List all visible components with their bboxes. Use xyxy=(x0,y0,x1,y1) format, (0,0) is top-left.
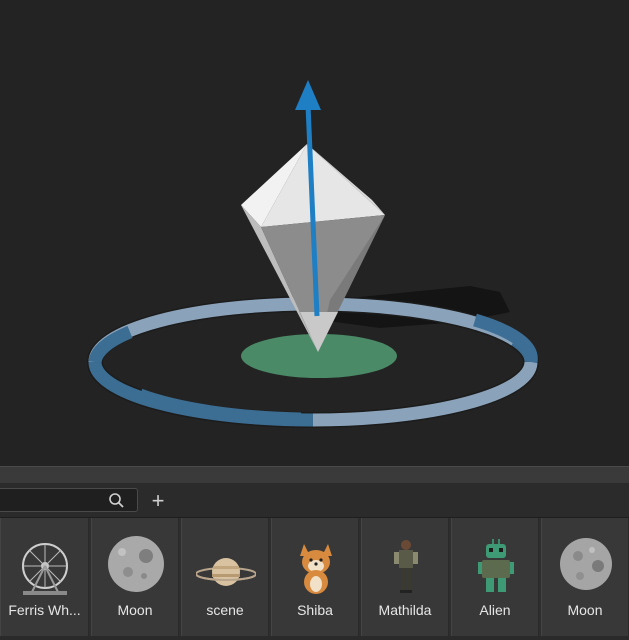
search-icon[interactable] xyxy=(108,492,126,510)
asset-label: Alien xyxy=(479,602,511,618)
asset-label: scene xyxy=(206,602,244,618)
shiba-dog-icon xyxy=(300,544,332,594)
asset-tile-shiba[interactable]: Shiba xyxy=(271,518,359,640)
saturn-planet-icon xyxy=(196,558,256,586)
viewport-canvas[interactable] xyxy=(0,0,629,466)
asset-tile-ferris-wheel[interactable]: Ferris Wh... xyxy=(0,518,89,640)
ferris-wheel-icon xyxy=(22,543,68,595)
moon-icon xyxy=(108,536,164,592)
add-asset-button[interactable]: + xyxy=(146,490,170,512)
alien-robot-icon xyxy=(478,539,514,592)
asset-label: Shiba xyxy=(297,602,333,618)
asset-tile-mathilda[interactable]: Mathilda xyxy=(361,518,449,640)
asset-tile-alien[interactable]: Alien xyxy=(451,518,539,640)
asset-label: Moon xyxy=(117,602,153,618)
asset-strip: Ferris Wh... Moon scene Shiba Mathilda A… xyxy=(0,518,629,640)
asset-tile-moon-2[interactable]: Moon xyxy=(541,518,629,640)
mathilda-figure-icon xyxy=(394,540,418,593)
asset-tile-moon[interactable]: Moon xyxy=(91,518,179,640)
asset-tile-scene[interactable]: scene xyxy=(181,518,269,640)
asset-label: Moon xyxy=(567,602,603,618)
asset-toolbar: + xyxy=(0,484,629,518)
asset-label: Ferris Wh... xyxy=(8,602,81,618)
panel-splitter[interactable] xyxy=(0,466,629,484)
moon-icon xyxy=(560,538,612,590)
asset-label: Mathilda xyxy=(378,602,432,618)
scene-viewport[interactable] xyxy=(0,0,629,466)
asset-strip-bottom-edge xyxy=(0,636,629,640)
